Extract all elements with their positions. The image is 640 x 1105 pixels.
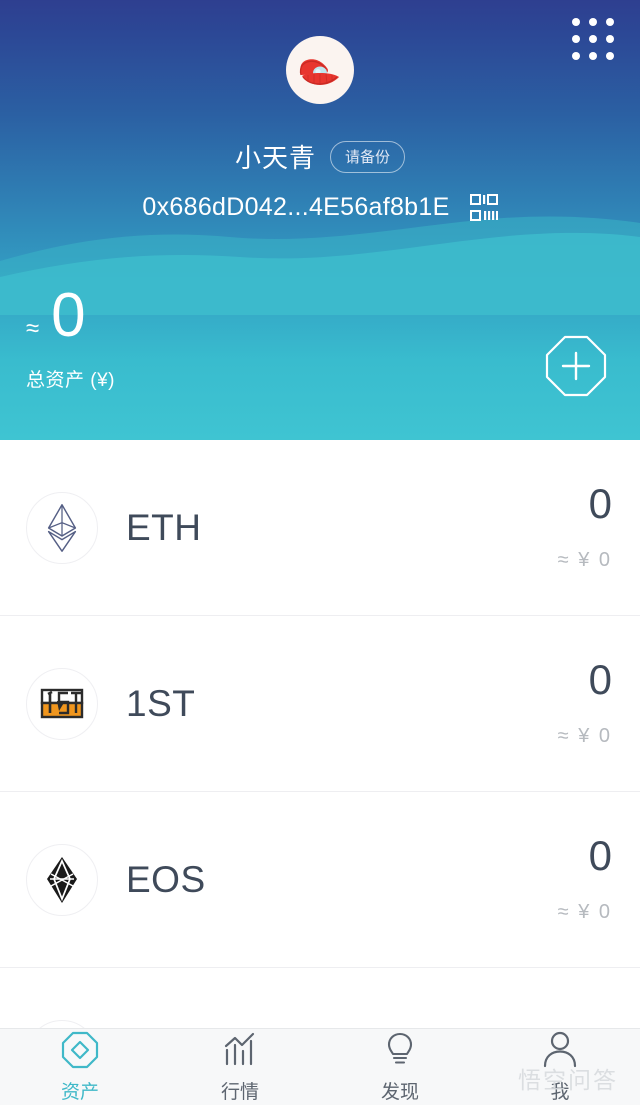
grid-dot [606,52,614,60]
assets-octagon-icon [61,1031,99,1069]
eth-icon [26,491,98,564]
coin-icon [26,1019,98,1028]
total-balance-label: 总资产 (¥) [26,370,116,391]
table-row[interactable]: ETH 0 ≈ ¥ 0 [0,440,640,616]
coin-fiat-value: ≈ ¥ 0 [557,725,612,747]
chart-bars-icon [224,1032,255,1066]
nav-label: 我 [550,1082,570,1103]
firstblood-logo-icon [40,688,84,718]
clam-pearl-avatar[interactable] [286,36,354,104]
wallet-address-row[interactable]: 0x686dD042...4E56af8b1E [0,193,640,222]
bottom-navigation[interactable]: 资产 行情 发现 我 [0,1028,640,1105]
wallet-name: 小天青 [234,143,316,173]
balance-line: ≈ 0 [26,285,115,347]
total-balance-block: ≈ 0 总资产 (¥) [26,285,115,392]
nav-item-markets[interactable]: 行情 [160,1029,320,1105]
grid-dot [572,18,580,26]
coin-values: 0 ≈ ¥ 0 [558,835,612,924]
wallet-identity: 小天青 请备份 [0,138,640,175]
coin-amount: 0 [588,656,612,703]
person-icon [543,1031,577,1068]
grid-dot [606,35,614,43]
nav-item-discover[interactable]: 发现 [320,1029,480,1105]
grid-dot [589,18,597,26]
asset-list[interactable]: ETH 0 ≈ ¥ 0 1ST 0 ≈ ¥ 0 EOS 0 ≈ ¥ 0 [0,440,640,1028]
lightbulb-icon [387,1032,413,1064]
coin-symbol: 1ST [126,682,196,724]
grid-dot [606,18,614,26]
grid-apps-icon[interactable] [570,16,616,62]
total-balance-value: 0 [51,281,86,350]
qr-code-icon[interactable] [469,193,498,222]
approx-sign: ≈ [26,315,40,342]
coin-values: 0 ≈ ¥ 0 [558,659,612,748]
wallet-address: 0x686dD042...4E56af8b1E [142,193,450,221]
coin-amount: 0 [588,480,612,527]
table-row[interactable]: EOS 0 ≈ ¥ 0 [0,792,640,968]
grid-dot [589,35,597,43]
clam-pearl-icon [299,59,339,85]
eos-logo-icon [47,856,77,903]
add-asset-button[interactable] [542,332,610,400]
nav-item-me[interactable]: 我 [480,1029,640,1105]
coin-symbol: EOS [126,858,206,900]
coin-symbol: ETH [126,506,202,548]
nav-label: 发现 [380,1082,419,1103]
grid-dot [589,52,597,60]
nav-label: 资产 [60,1082,99,1103]
eos-icon [26,843,98,916]
nav-item-assets[interactable]: 资产 [0,1029,160,1105]
coin-fiat-value: ≈ ¥ 0 [557,549,612,571]
nav-label: 行情 [220,1082,259,1103]
1st-icon [26,667,98,740]
coin-fiat-value: ≈ ¥ 0 [557,901,612,923]
plus-octagon-icon [545,335,607,397]
coin-values: 0 ≈ ¥ 0 [558,483,612,572]
coin-amount: 0 [588,832,612,879]
grid-dot [572,52,580,60]
table-row[interactable]: 1ST 0 ≈ ¥ 0 [0,616,640,792]
grid-dot [572,35,580,43]
backup-badge[interactable]: 请备份 [330,140,406,173]
ethereum-logo-icon [47,503,77,552]
wallet-header: 小天青 请备份 0x686dD042...4E56af8b1E ≈ 0 总资产 … [0,0,640,440]
table-row[interactable]: 0 [0,968,640,1028]
